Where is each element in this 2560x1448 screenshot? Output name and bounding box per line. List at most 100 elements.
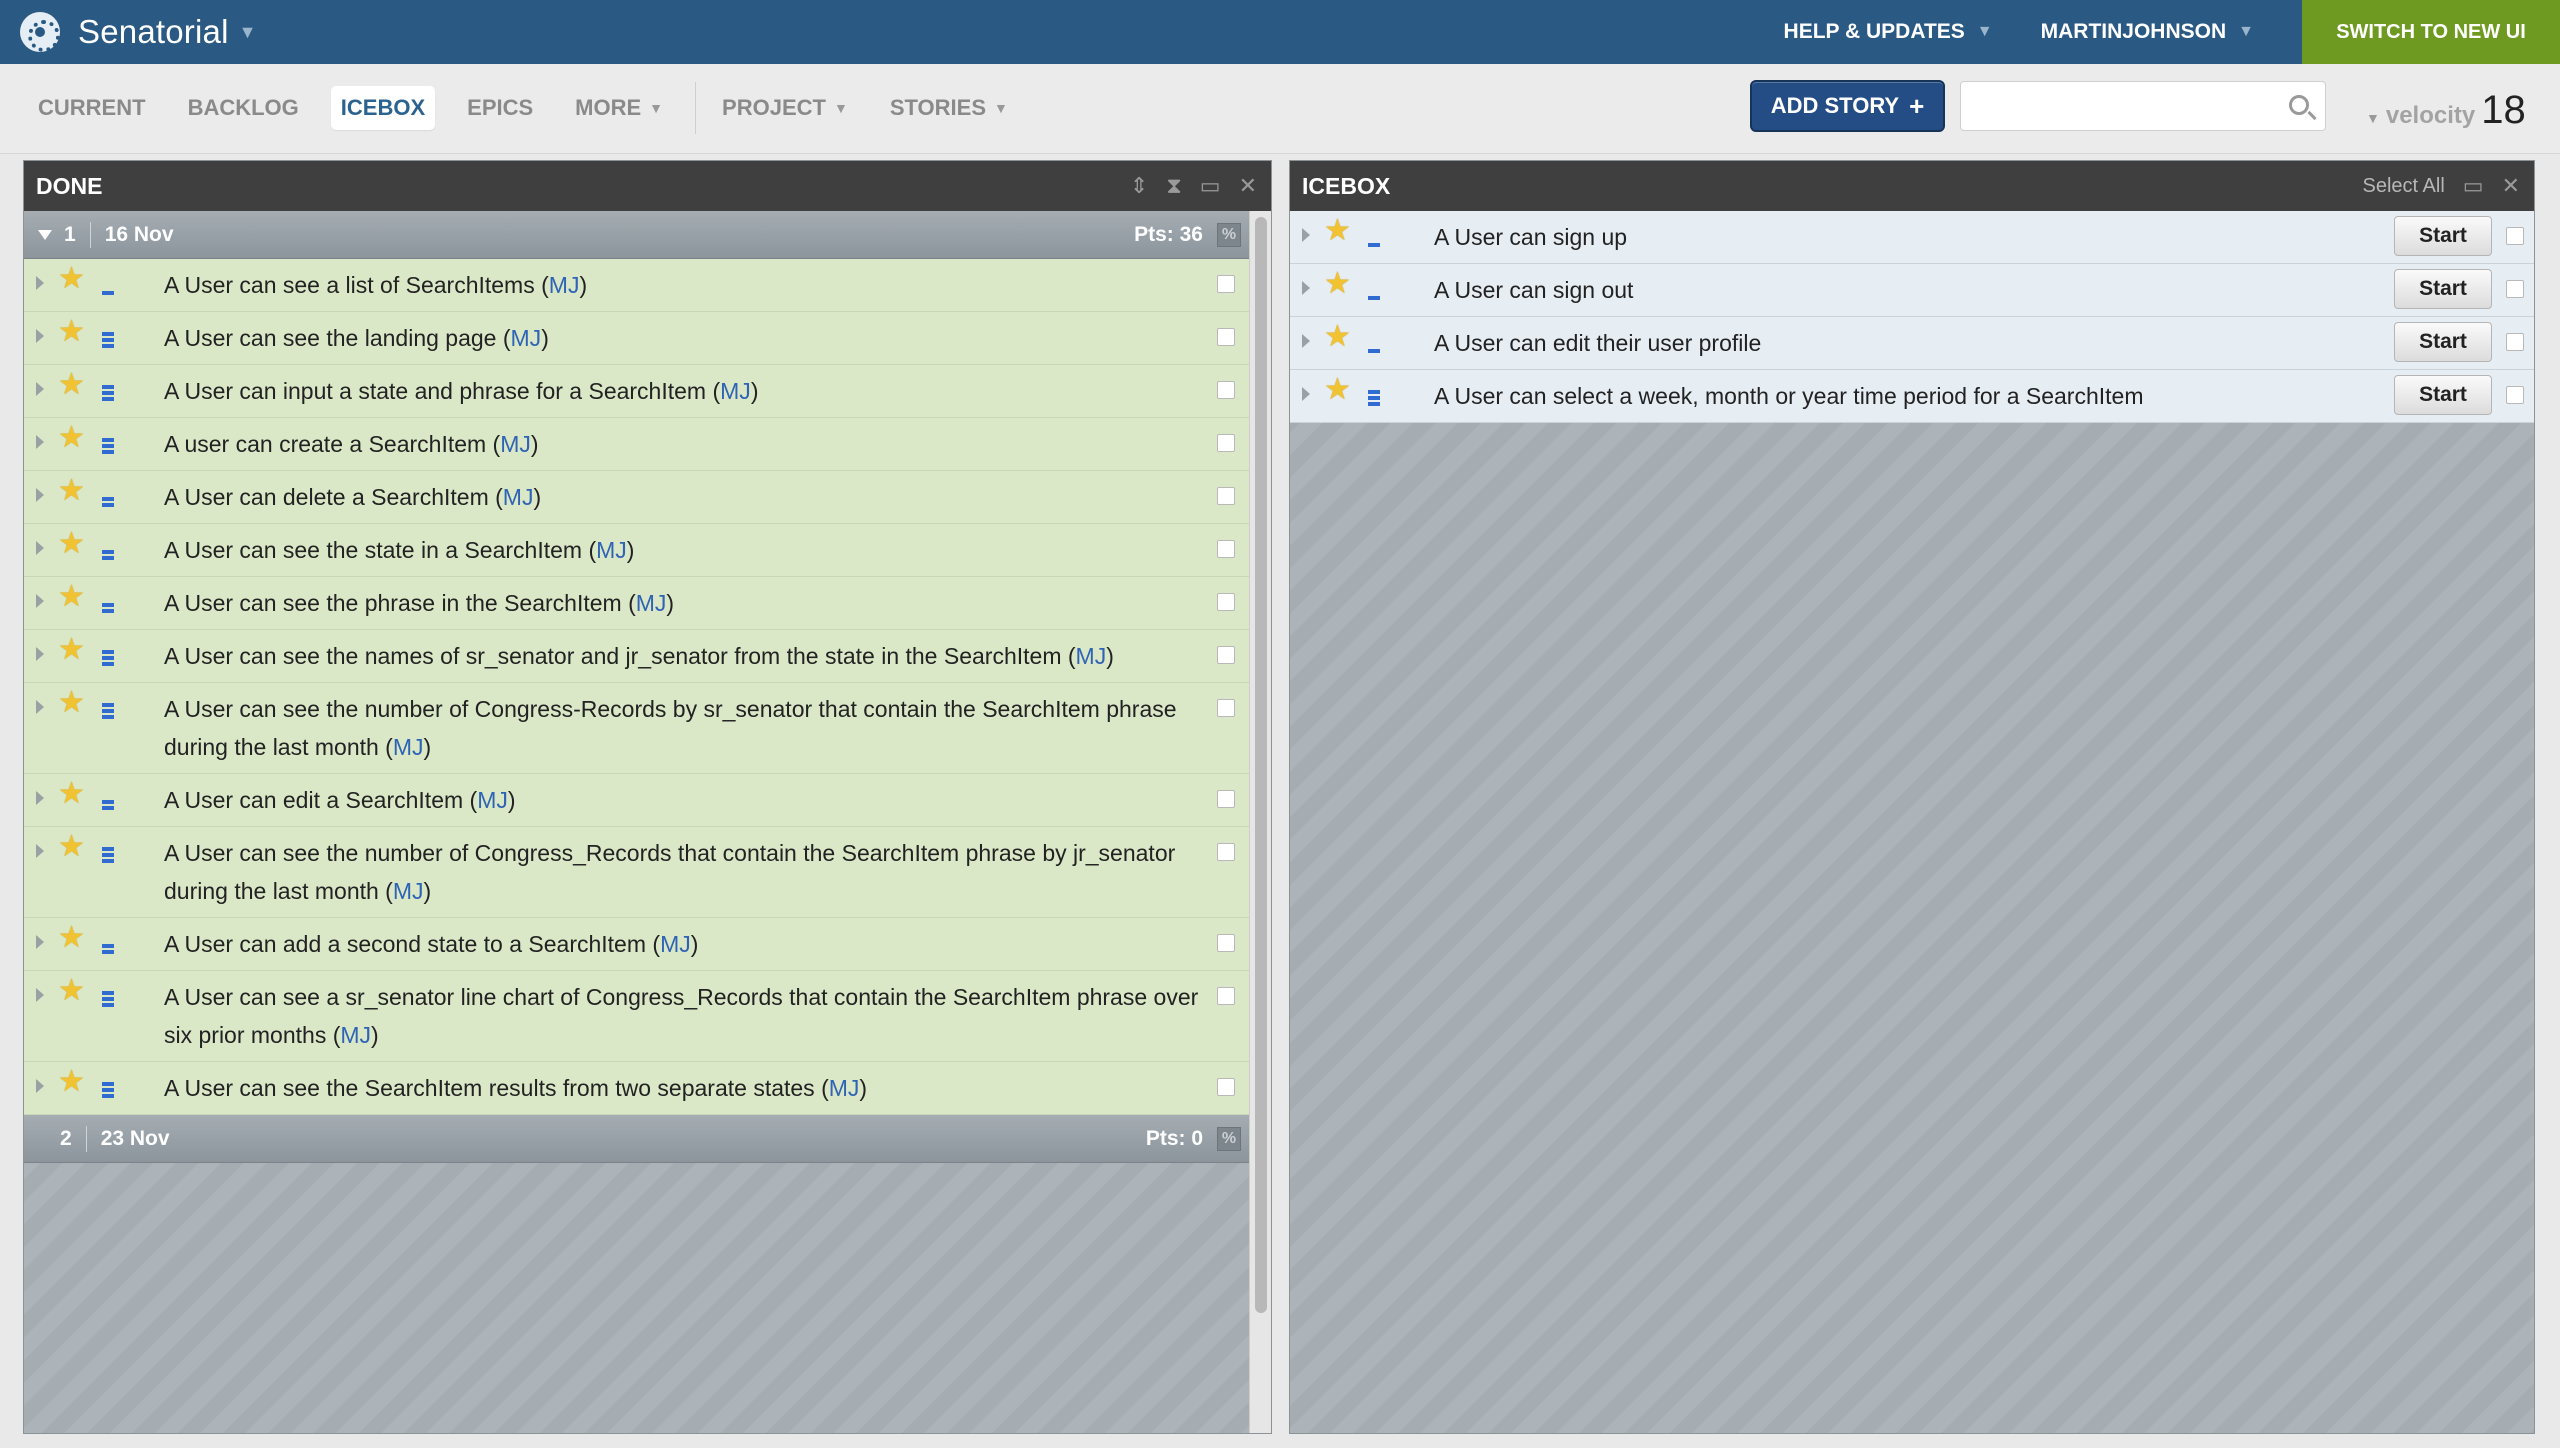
story-select-checkbox[interactable] [1217,275,1235,293]
close-icon[interactable]: ✕ [2502,173,2520,199]
tab-current[interactable]: CURRENT [28,86,156,130]
story-select-checkbox[interactable] [1217,540,1235,558]
story-row[interactable]: ★ A User can see a list of SearchItems (M… [24,259,1249,312]
close-icon[interactable]: ✕ [1239,173,1257,199]
expand-story-icon[interactable] [36,844,44,858]
expand-story-icon[interactable] [1302,334,1310,348]
story-select-checkbox[interactable] [1217,934,1235,952]
story-row[interactable]: ★ A User can sign up Start [1290,211,2534,264]
expand-all-icon[interactable]: ⇕ [1130,173,1148,199]
project-menu-caret-icon[interactable]: ▼ [239,22,257,43]
detach-panel-icon[interactable]: ▭ [1200,173,1221,199]
tab-icebox[interactable]: ICEBOX [330,86,436,130]
expand-story-icon[interactable] [36,382,44,396]
story-owner-initials[interactable]: MJ [1076,643,1107,669]
story-select-checkbox[interactable] [2506,280,2524,298]
story-select-checkbox[interactable] [1217,1078,1235,1096]
detach-panel-icon[interactable]: ▭ [2463,173,2484,199]
switch-to-new-ui-button[interactable]: SWITCH TO NEW UI [2302,0,2560,64]
story-select-checkbox[interactable] [1217,434,1235,452]
story-row[interactable]: ★ A User can add a second state to a Sear… [24,918,1249,971]
tab-more[interactable]: MORE ▼ [565,86,673,130]
story-owner-initials[interactable]: MJ [500,431,531,457]
story-owner-initials[interactable]: MJ [549,272,580,298]
start-story-button[interactable]: Start [2394,322,2492,362]
add-story-button[interactable]: ADD STORY + [1750,80,1945,132]
story-owner-initials[interactable]: MJ [393,878,424,904]
start-story-button[interactable]: Start [2394,216,2492,256]
story-select-checkbox[interactable] [1217,987,1235,1005]
collapse-triangle-icon[interactable] [38,229,52,240]
expand-story-icon[interactable] [36,791,44,805]
expand-story-icon[interactable] [36,488,44,502]
expand-story-icon[interactable] [36,329,44,343]
story-row[interactable]: ★ A User can see the SearchItem results f… [24,1062,1249,1115]
story-owner-initials[interactable]: MJ [660,931,691,957]
expand-story-icon[interactable] [1302,387,1310,401]
tab-epics[interactable]: EPICS [457,86,543,130]
expand-story-icon[interactable] [36,700,44,714]
story-owner-initials[interactable]: MJ [503,484,534,510]
story-row[interactable]: ★ A User can see the phrase in the Search… [24,577,1249,630]
story-row[interactable]: ★ A User can see the landing page (MJ) [24,312,1249,365]
story-owner-initials[interactable]: MJ [596,537,627,563]
story-select-checkbox[interactable] [1217,646,1235,664]
search-input[interactable] [1961,82,2261,128]
tab-backlog[interactable]: BACKLOG [178,86,309,130]
start-story-button[interactable]: Start [2394,269,2492,309]
select-all-link[interactable]: Select All [2363,175,2445,198]
story-owner-initials[interactable]: MJ [511,325,542,351]
story-row[interactable]: ★ A User can edit a SearchItem (MJ) [24,774,1249,827]
story-owner-initials[interactable]: MJ [393,734,424,760]
story-row[interactable]: ★ A User can delete a SearchItem (MJ) [24,471,1249,524]
iteration-percent-toggle[interactable]: % [1217,1127,1241,1151]
story-select-checkbox[interactable] [1217,328,1235,346]
tab-stories[interactable]: STORIES ▼ [880,86,1018,130]
story-select-checkbox[interactable] [1217,843,1235,861]
story-owner-initials[interactable]: MJ [720,378,751,404]
expand-story-icon[interactable] [36,276,44,290]
search-icon[interactable] [2289,95,2309,115]
tracker-logo-icon[interactable] [20,12,60,52]
story-row[interactable]: ★ A User can see a sr_senator line chart … [24,971,1249,1062]
scrollbar[interactable] [1249,211,1271,1433]
tab-project[interactable]: PROJECT ▼ [712,86,858,130]
story-select-checkbox[interactable] [1217,381,1235,399]
story-row[interactable]: ★ A User can see the number of Congress_R… [24,827,1249,918]
story-select-checkbox[interactable] [2506,386,2524,404]
story-select-checkbox[interactable] [1217,593,1235,611]
collapse-all-icon[interactable]: ⧗ [1166,173,1181,199]
scrollbar-thumb[interactable] [1255,217,1267,1313]
help-updates-menu[interactable]: HELP & UPDATES ▼ [1784,20,1993,44]
story-owner-initials[interactable]: MJ [829,1075,860,1101]
iteration-percent-toggle[interactable]: % [1217,223,1241,247]
velocity-display[interactable]: ▼ velocity 18 [2366,88,2526,133]
expand-story-icon[interactable] [1302,281,1310,295]
iteration-header[interactable]: 2 23 Nov Pts: 0 % [24,1115,1249,1163]
expand-story-icon[interactable] [36,1079,44,1093]
expand-story-icon[interactable] [36,647,44,661]
story-row[interactable]: ★ A User can see the state in a SearchIte… [24,524,1249,577]
story-row[interactable]: ★ A User can select a week, month or year… [1290,370,2534,423]
expand-story-icon[interactable] [1302,228,1310,242]
story-select-checkbox[interactable] [1217,487,1235,505]
story-owner-initials[interactable]: MJ [636,590,667,616]
expand-story-icon[interactable] [36,988,44,1002]
story-select-checkbox[interactable] [1217,699,1235,717]
story-row[interactable]: ★ A User can see the number of Congress-R… [24,683,1249,774]
expand-story-icon[interactable] [36,541,44,555]
expand-story-icon[interactable] [36,594,44,608]
user-menu[interactable]: MARTINJOHNSON ▼ [2041,20,2254,44]
expand-story-icon[interactable] [36,435,44,449]
story-row[interactable]: ★ A User can input a state and phrase for… [24,365,1249,418]
project-name[interactable]: Senatorial [78,13,229,51]
story-owner-initials[interactable]: MJ [340,1022,371,1048]
iteration-header[interactable]: 1 16 Nov Pts: 36 % [24,211,1249,259]
start-story-button[interactable]: Start [2394,375,2492,415]
story-row[interactable]: ★ A User can edit their user profile Start [1290,317,2534,370]
story-owner-initials[interactable]: MJ [477,787,508,813]
story-row[interactable]: ★ A User can sign out Start [1290,264,2534,317]
story-select-checkbox[interactable] [2506,333,2524,351]
story-select-checkbox[interactable] [2506,227,2524,245]
story-select-checkbox[interactable] [1217,790,1235,808]
